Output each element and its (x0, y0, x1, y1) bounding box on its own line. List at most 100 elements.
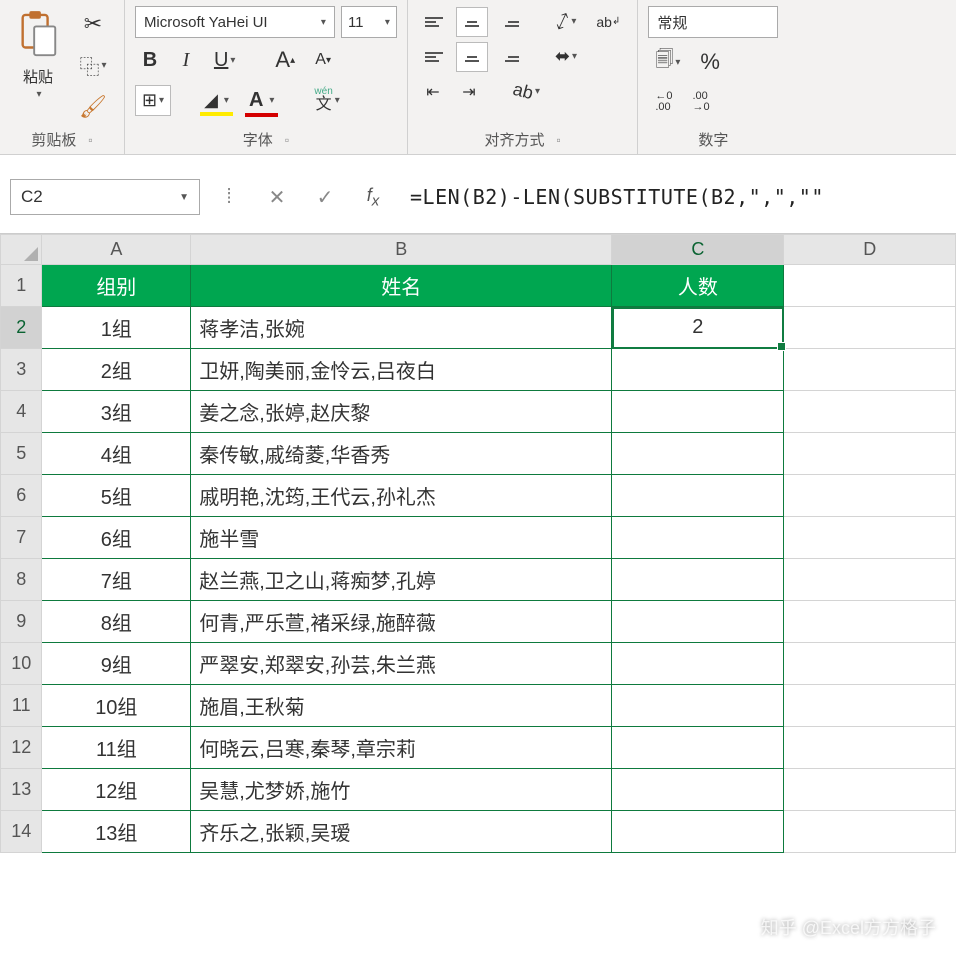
cell-A8[interactable]: 7组 (42, 559, 191, 601)
dialog-launcher-icon[interactable]: ▫ (285, 133, 289, 147)
align-top-button[interactable] (418, 7, 450, 37)
cell-A2[interactable]: 1组 (42, 307, 191, 349)
cell-D8[interactable] (784, 559, 956, 601)
cell-B10[interactable]: 严翠安,郑翠安,孙芸,朱兰燕 (191, 643, 612, 685)
row-header-14[interactable]: 14 (1, 811, 42, 853)
align-right-button[interactable] (494, 42, 526, 72)
cell-D3[interactable] (784, 349, 956, 391)
text-direction-button[interactable]: ab▾ (506, 76, 547, 107)
name-box[interactable]: C2▼ (10, 179, 200, 215)
column-header-B[interactable]: B (191, 235, 612, 265)
cell-B12[interactable]: 何晓云,吕寒,秦琴,章宗莉 (191, 727, 612, 769)
paste-button[interactable]: 粘贴 ▾ (10, 6, 66, 102)
cell-D14[interactable] (784, 811, 956, 853)
cell-D13[interactable] (784, 769, 956, 811)
cut-button[interactable]: ✂ (72, 6, 114, 42)
cell-C7[interactable] (612, 517, 784, 559)
cell-A4[interactable]: 3组 (42, 391, 191, 433)
cell-B11[interactable]: 施眉,王秋菊 (191, 685, 612, 727)
format-painter-button[interactable]: 🖌 (72, 89, 114, 125)
cell-C9[interactable] (612, 601, 784, 643)
align-middle-button[interactable] (456, 7, 488, 37)
cell-C1[interactable]: 人数 (612, 265, 784, 307)
cell-C12[interactable] (612, 727, 784, 769)
confirm-formula-button[interactable]: ✓ (306, 179, 344, 215)
row-header-6[interactable]: 6 (1, 475, 42, 517)
cell-C6[interactable] (612, 475, 784, 517)
cell-D4[interactable] (784, 391, 956, 433)
bold-button[interactable]: B (135, 44, 165, 77)
merge-button[interactable]: ⬌▾ (548, 41, 584, 72)
cell-C2[interactable]: 2 (612, 307, 784, 349)
cell-C14[interactable] (612, 811, 784, 853)
cell-D11[interactable] (784, 685, 956, 727)
column-header-D[interactable]: D (784, 235, 956, 265)
cell-D10[interactable] (784, 643, 956, 685)
column-header-A[interactable]: A (42, 235, 191, 265)
cell-A6[interactable]: 5组 (42, 475, 191, 517)
cell-C11[interactable] (612, 685, 784, 727)
increase-indent-button[interactable]: ⇥ (454, 77, 484, 107)
formula-input[interactable] (402, 179, 946, 215)
cell-D7[interactable] (784, 517, 956, 559)
font-name-select[interactable]: Microsoft YaHei UI▾ (135, 6, 335, 38)
cell-B13[interactable]: 吴慧,尤梦娇,施竹 (191, 769, 612, 811)
shrink-font-button[interactable]: A▾ (308, 45, 338, 75)
cell-B14[interactable]: 齐乐之,张颖,吴瑷 (191, 811, 612, 853)
cell-A11[interactable]: 10组 (42, 685, 191, 727)
align-bottom-button[interactable] (494, 7, 526, 37)
align-center-button[interactable] (456, 42, 488, 72)
row-header-11[interactable]: 11 (1, 685, 42, 727)
row-header-5[interactable]: 5 (1, 433, 42, 475)
cell-B4[interactable]: 姜之念,张婷,赵庆黎 (191, 391, 612, 433)
row-header-3[interactable]: 3 (1, 349, 42, 391)
cell-A9[interactable]: 8组 (42, 601, 191, 643)
select-all-corner[interactable] (1, 235, 42, 265)
cell-A13[interactable]: 12组 (42, 769, 191, 811)
dialog-launcher-icon[interactable]: ▫ (557, 133, 561, 147)
cell-A1[interactable]: 组别 (42, 265, 191, 307)
insert-function-button[interactable]: fx (354, 179, 392, 215)
phonetic-button[interactable]: wén文▾ (307, 82, 346, 118)
align-left-button[interactable] (418, 42, 450, 72)
cell-A5[interactable]: 4组 (42, 433, 191, 475)
borders-button[interactable]: ⊞▾ (135, 85, 171, 116)
cell-B6[interactable]: 戚明艳,沈筠,王代云,孙礼杰 (191, 475, 612, 517)
row-header-1[interactable]: 1 (1, 265, 42, 307)
cell-B8[interactable]: 赵兰燕,卫之山,蒋痴梦,孔婷 (191, 559, 612, 601)
cell-D1[interactable] (784, 265, 956, 307)
cell-D2[interactable] (784, 307, 956, 349)
wrap-text-button[interactable]: ab↲ (589, 7, 627, 37)
cell-C3[interactable] (612, 349, 784, 391)
grow-font-button[interactable]: A▴ (268, 42, 302, 78)
row-header-9[interactable]: 9 (1, 601, 42, 643)
cell-A10[interactable]: 9组 (42, 643, 191, 685)
cell-D5[interactable] (784, 433, 956, 475)
accounting-format-button[interactable]: 🗐▾ (648, 42, 687, 82)
spreadsheet-grid[interactable]: ABCD1组别姓名人数21组蒋孝洁,张婉232组卫妍,陶美丽,金怜云,吕夜白43… (0, 234, 956, 853)
copy-button[interactable]: ⿻▾ (72, 46, 114, 85)
cell-D9[interactable] (784, 601, 956, 643)
fill-color-button[interactable]: ◢▾ (197, 85, 236, 116)
row-header-10[interactable]: 10 (1, 643, 42, 685)
cell-A14[interactable]: 13组 (42, 811, 191, 853)
decrease-indent-button[interactable]: ⇤ (418, 77, 448, 107)
cell-B2[interactable]: 蒋孝洁,张婉 (191, 307, 612, 349)
cell-D12[interactable] (784, 727, 956, 769)
cell-C4[interactable] (612, 391, 784, 433)
cell-B7[interactable]: 施半雪 (191, 517, 612, 559)
cell-D6[interactable] (784, 475, 956, 517)
dialog-launcher-icon[interactable]: ▫ (88, 133, 92, 147)
number-format-select[interactable]: 常规 (648, 6, 778, 38)
decrease-decimal-button[interactable]: .00→0 (685, 86, 716, 118)
font-size-select[interactable]: 11▾ (341, 6, 397, 38)
cell-B3[interactable]: 卫妍,陶美丽,金怜云,吕夜白 (191, 349, 612, 391)
cell-A3[interactable]: 2组 (42, 349, 191, 391)
orientation-button[interactable]: ⤢▾ (548, 6, 583, 37)
cancel-formula-button[interactable]: ✕ (258, 179, 296, 215)
font-color-button[interactable]: A▾ (242, 84, 281, 117)
cell-C8[interactable] (612, 559, 784, 601)
cell-C13[interactable] (612, 769, 784, 811)
italic-button[interactable]: I (171, 44, 201, 77)
cell-A7[interactable]: 6组 (42, 517, 191, 559)
